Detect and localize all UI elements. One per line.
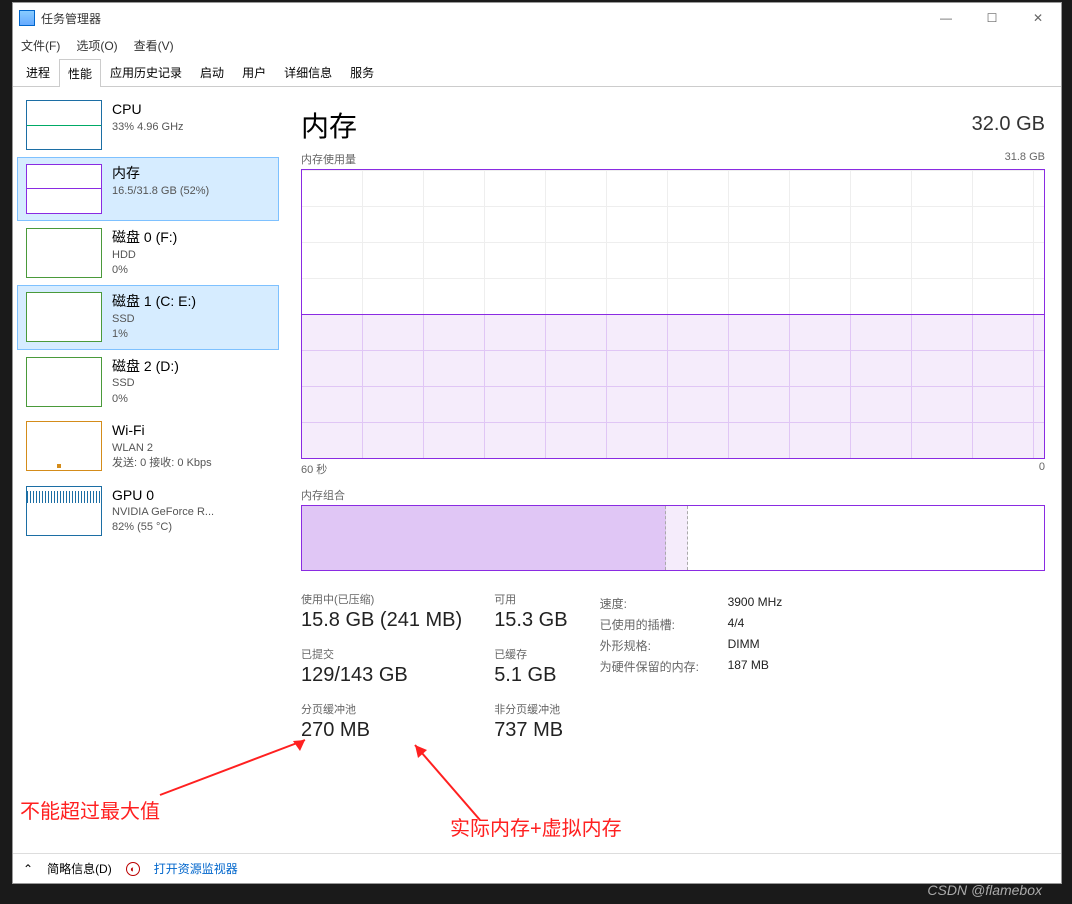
tab-startup[interactable]: 启动 xyxy=(191,58,233,86)
tab-app-history[interactable]: 应用历史记录 xyxy=(101,58,191,86)
page-title: 内存 xyxy=(301,105,357,145)
paged-value: 270 MB xyxy=(301,719,462,742)
titlebar[interactable]: 任务管理器 ― ☐ ✕ xyxy=(13,3,1061,33)
wifi-thumb-icon xyxy=(26,421,102,471)
gpu-thumb-icon xyxy=(26,486,102,536)
main-panel: 内存 32.0 GB 内存使用量 31.8 GB 60 秒 0 内存组合 xyxy=(283,87,1061,853)
memory-composition-bar xyxy=(301,505,1045,571)
axis-right: 0 xyxy=(1039,461,1045,477)
reserved-key: 为硬件保留的内存: xyxy=(600,658,720,675)
bottom-bar: ⌃ 简略信息(D) ◐ 打开资源监视器 xyxy=(13,853,1061,883)
committed-value: 129/143 GB xyxy=(301,664,462,687)
axis-left: 60 秒 xyxy=(301,461,327,477)
sidebar-item-gpu[interactable]: GPU 0 NVIDIA GeForce R... 82% (55 °C) xyxy=(17,479,279,543)
window-title: 任务管理器 xyxy=(41,10,101,27)
speed-key: 速度: xyxy=(600,595,720,612)
sidebar-item-disk1[interactable]: 磁盘 1 (C: E:) SSD 1% xyxy=(17,285,279,349)
disk-thumb-icon xyxy=(26,228,102,278)
slots-val: 4/4 xyxy=(728,616,745,633)
menu-file[interactable]: 文件(F) xyxy=(21,37,60,54)
tab-details[interactable]: 详细信息 xyxy=(275,58,341,86)
tab-users[interactable]: 用户 xyxy=(233,58,275,86)
chevron-up-icon[interactable]: ⌃ xyxy=(23,862,33,876)
menu-options[interactable]: 选项(O) xyxy=(76,37,117,54)
disk-thumb-icon xyxy=(26,357,102,407)
sidebar-item-cpu[interactable]: CPU 33% 4.96 GHz xyxy=(17,93,279,157)
sidebar-item-disk2[interactable]: 磁盘 2 (D:) SSD 0% xyxy=(17,350,279,414)
minimize-button[interactable]: ― xyxy=(923,3,969,33)
watermark: CSDN @flamebox xyxy=(927,882,1042,898)
fewer-details-link[interactable]: 简略信息(D) xyxy=(47,860,112,877)
reserved-val: 187 MB xyxy=(728,658,769,675)
chart-usage-label: 内存使用量 xyxy=(301,151,356,167)
resmon-icon: ◐ xyxy=(126,862,140,876)
total-memory: 32.0 GB xyxy=(972,105,1045,136)
sidebar-item-memory[interactable]: 内存 16.5/31.8 GB (52%) xyxy=(17,157,279,221)
memory-usage-chart xyxy=(301,169,1045,459)
maximize-button[interactable]: ☐ xyxy=(969,3,1015,33)
sidebar-item-disk0[interactable]: 磁盘 0 (F:) HDD 0% xyxy=(17,221,279,285)
task-manager-window: 任务管理器 ― ☐ ✕ 文件(F) 选项(O) 查看(V) 进程 性能 应用历史… xyxy=(12,2,1062,884)
avail-value: 15.3 GB xyxy=(494,609,567,632)
form-val: DIMM xyxy=(728,637,760,654)
tab-performance[interactable]: 性能 xyxy=(59,59,101,87)
nonpaged-value: 737 MB xyxy=(494,719,567,742)
speed-val: 3900 MHz xyxy=(728,595,783,612)
form-key: 外形规格: xyxy=(600,637,720,654)
menu-view[interactable]: 查看(V) xyxy=(134,37,174,54)
nonpaged-label: 非分页缓冲池 xyxy=(494,701,567,717)
committed-label: 已提交 xyxy=(301,646,462,662)
app-icon xyxy=(19,10,35,26)
open-resmon-link[interactable]: 打开资源监视器 xyxy=(154,860,238,877)
chart-max-label: 31.8 GB xyxy=(1005,151,1045,167)
tabbar: 进程 性能 应用历史记录 启动 用户 详细信息 服务 xyxy=(13,57,1061,87)
tab-services[interactable]: 服务 xyxy=(341,58,383,86)
composition-label: 内存组合 xyxy=(301,487,1045,503)
sidebar-item-wifi[interactable]: Wi-Fi WLAN 2 发送: 0 接收: 0 Kbps xyxy=(17,414,279,478)
paged-label: 分页缓冲池 xyxy=(301,701,462,717)
inuse-value: 15.8 GB (241 MB) xyxy=(301,609,462,632)
cpu-thumb-icon xyxy=(26,100,102,150)
sidebar: CPU 33% 4.96 GHz 内存 16.5/31.8 GB (52%) 磁… xyxy=(13,87,283,853)
cached-value: 5.1 GB xyxy=(494,664,567,687)
avail-label: 可用 xyxy=(494,591,567,607)
cached-label: 已缓存 xyxy=(494,646,567,662)
memory-thumb-icon xyxy=(26,164,102,214)
disk-thumb-icon xyxy=(26,292,102,342)
menubar: 文件(F) 选项(O) 查看(V) xyxy=(13,33,1061,57)
tab-processes[interactable]: 进程 xyxy=(17,58,59,86)
slots-key: 已使用的插槽: xyxy=(600,616,720,633)
close-button[interactable]: ✕ xyxy=(1015,3,1061,33)
inuse-label: 使用中(已压缩) xyxy=(301,591,462,607)
